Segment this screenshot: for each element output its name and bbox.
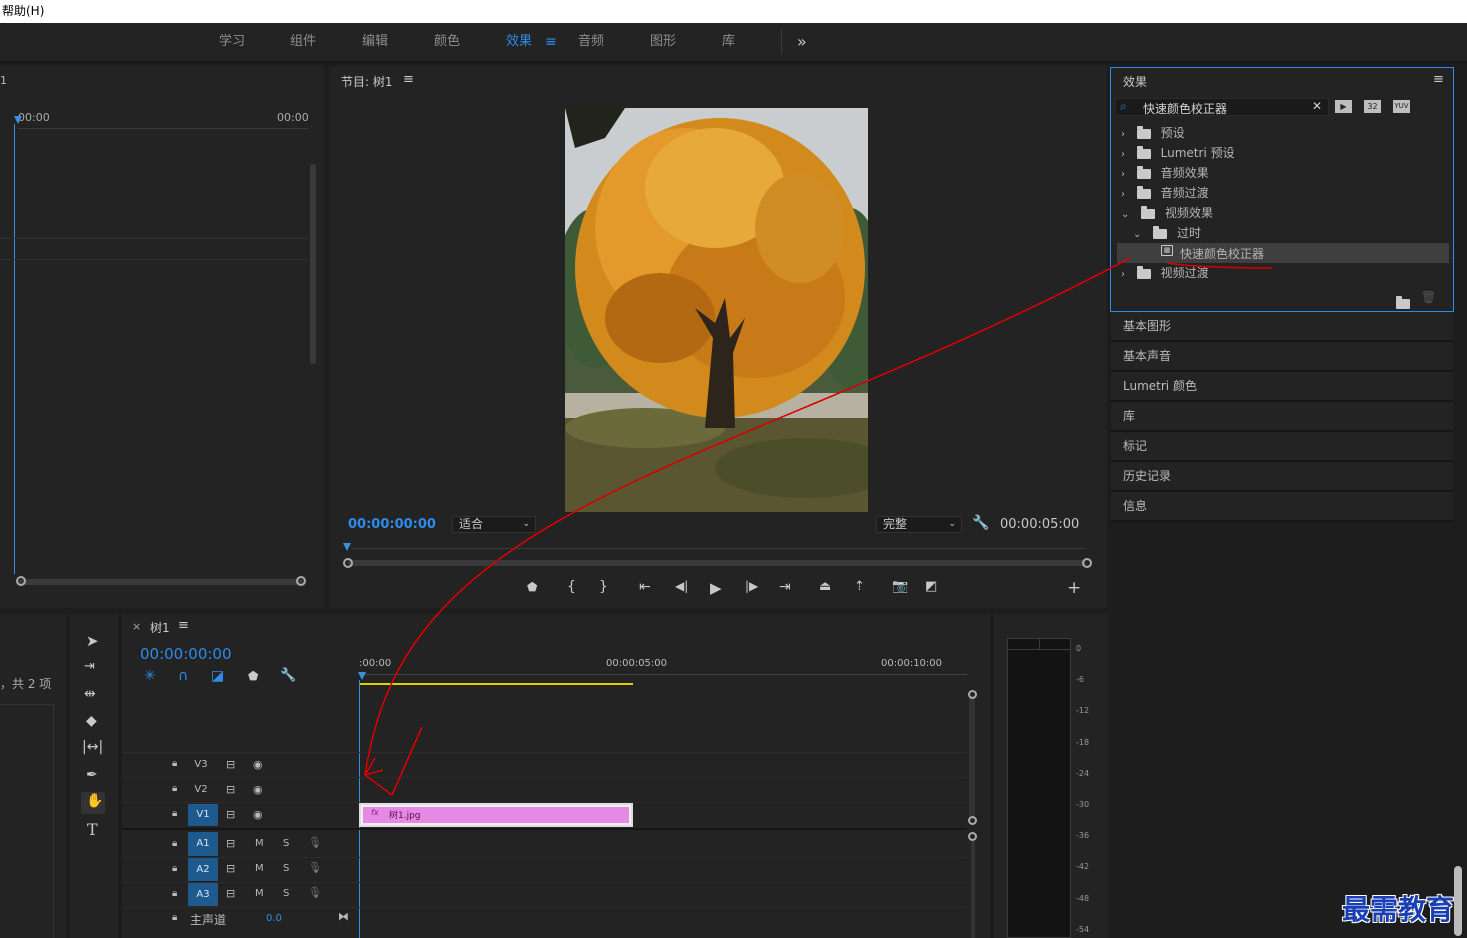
annotation-arrow [364,257,1273,797]
watermark: 最需教育 [1342,893,1455,926]
